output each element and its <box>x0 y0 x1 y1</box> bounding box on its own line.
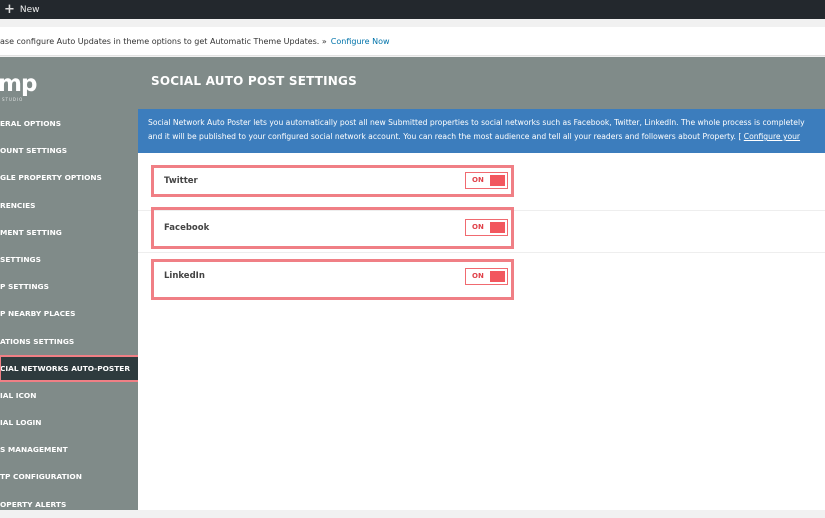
sidebar-item-label: SETTINGS <box>0 255 41 265</box>
network-label: LinkedIn <box>164 271 205 281</box>
sidebar-item-currencies[interactable]: RENCIES <box>0 192 138 219</box>
twitter-toggle[interactable]: ON <box>465 172 508 189</box>
sidebar-item-label: CIAL NETWORKS AUTO-POSTER <box>0 363 131 373</box>
sidebar-item-label: TP CONFIGURATION <box>0 472 82 482</box>
sidebar-item-map-settings[interactable]: P SETTINGS <box>0 273 138 300</box>
logo-sub: STUDIO <box>2 97 24 102</box>
admin-bar: + New <box>0 0 825 19</box>
network-row-twitter: Twitter ON <box>138 165 825 211</box>
sidebar-item-label: S MANAGEMENT <box>0 445 68 455</box>
sidebar-item-general-options[interactable]: ERAL OPTIONS <box>0 110 138 137</box>
logo: mp STUDIO <box>0 71 138 102</box>
sidebar-item-label: GLE PROPERTY OPTIONS <box>0 173 102 183</box>
sidebar-item-payment-setting[interactable]: MENT SETTING <box>0 219 138 246</box>
sidebar-item-social-login[interactable]: IAL LOGIN <box>0 409 138 436</box>
sidebar-item-label: OUNT SETTINGS <box>0 146 68 156</box>
sidebar-item-social-networks-auto-poster[interactable]: CIAL NETWORKS AUTO-POSTER <box>0 354 141 382</box>
sidebar-item-label: RENCIES <box>0 200 36 210</box>
network-row-facebook: Facebook ON <box>138 207 825 253</box>
page-title: SOCIAL AUTO POST SETTINGS <box>151 74 357 88</box>
logo-mark: mp <box>0 71 37 97</box>
sidebar-item-label: P NEARBY PLACES <box>0 309 76 319</box>
info-line-1: Social Network Auto Poster lets you auto… <box>148 118 805 127</box>
toggle-knob <box>490 271 505 282</box>
highlight-box: Twitter ON <box>151 165 514 197</box>
sidebar-item-label: P SETTINGS <box>0 282 49 292</box>
sidebar-item-label: OPERTY ALERTS <box>0 499 67 509</box>
sidebar-item-account-settings[interactable]: OUNT SETTINGS <box>0 137 138 164</box>
sidebar-item-map-nearby-places[interactable]: P NEARBY PLACES <box>0 300 138 327</box>
info-line-2-text: and it will be published to your configu… <box>148 132 742 141</box>
sidebar-item-management[interactable]: S MANAGEMENT <box>0 436 138 463</box>
update-notice: ase configure Auto Updates in theme opti… <box>0 27 825 56</box>
configure-your-link[interactable]: Configure your <box>744 132 800 141</box>
sidebar-item-label: IAL LOGIN <box>0 417 42 427</box>
info-banner: Social Network Auto Poster lets you auto… <box>138 109 825 153</box>
sidebar-item-smtp-configuration[interactable]: TP CONFIGURATION <box>0 463 138 490</box>
sidebar-item-label: IAL ICON <box>0 390 37 400</box>
toggle-state: ON <box>472 272 484 280</box>
plus-icon: + <box>4 2 15 17</box>
sidebar-item-property-alerts[interactable]: OPERTY ALERTS <box>0 490 138 517</box>
notice-text: ase configure Auto Updates in theme opti… <box>0 36 327 46</box>
toggle-knob <box>490 175 505 186</box>
network-label: Facebook <box>164 223 210 233</box>
info-line-2: and it will be published to your configu… <box>148 130 825 144</box>
network-row-linkedin: LinkedIn ON <box>138 259 825 305</box>
options-sidebar: mp STUDIO ERAL OPTIONS OUNT SETTINGS GLE… <box>0 57 141 510</box>
highlight-box: LinkedIn ON <box>151 259 514 300</box>
sidebar-item-label: ATIONS SETTINGS <box>0 336 75 346</box>
toggle-state: ON <box>472 223 484 231</box>
settings-panel: SOCIAL AUTO POST SETTINGS Social Network… <box>138 57 825 510</box>
sidebar-item-label: MENT SETTING <box>0 227 62 237</box>
panel-header: SOCIAL AUTO POST SETTINGS <box>138 57 825 109</box>
highlight-box: Facebook ON <box>151 207 514 249</box>
new-menu[interactable]: + New <box>4 3 40 16</box>
sidebar-item-social-icon[interactable]: IAL ICON <box>0 382 138 409</box>
linkedin-toggle[interactable]: ON <box>465 268 508 285</box>
facebook-toggle[interactable]: ON <box>465 219 508 236</box>
new-label: New <box>19 4 40 15</box>
sidebar-item-locations-settings[interactable]: ATIONS SETTINGS <box>0 328 138 355</box>
network-label: Twitter <box>164 176 198 186</box>
sidebar-menu: ERAL OPTIONS OUNT SETTINGS GLE PROPERTY … <box>0 110 141 518</box>
toggle-knob <box>490 222 505 233</box>
sidebar-item-settings[interactable]: SETTINGS <box>0 246 138 273</box>
configure-now-link[interactable]: Configure Now <box>331 37 390 46</box>
sidebar-item-label: ERAL OPTIONS <box>0 119 62 129</box>
toggle-state: ON <box>472 176 484 184</box>
sidebar-item-single-property-options[interactable]: GLE PROPERTY OPTIONS <box>0 164 138 191</box>
